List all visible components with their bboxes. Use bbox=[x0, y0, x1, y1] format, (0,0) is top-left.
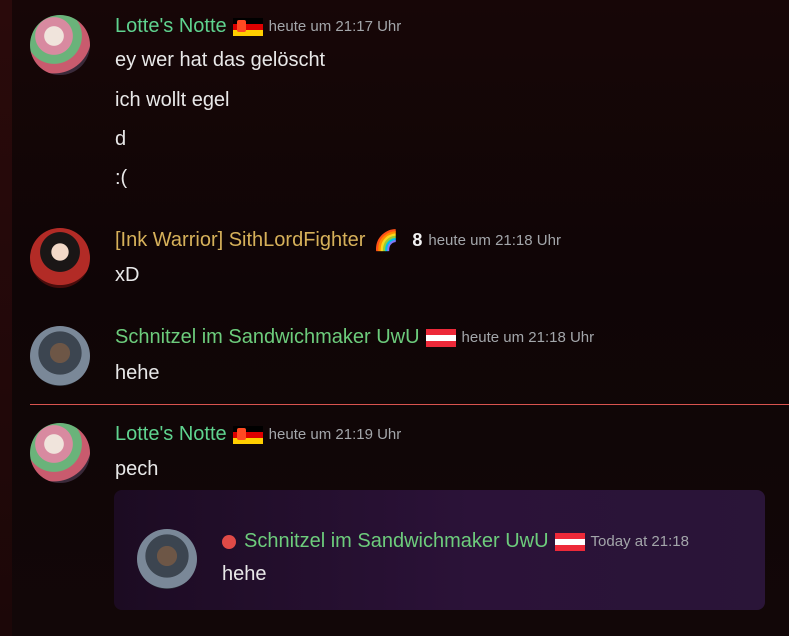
author-name[interactable]: Lotte's Notte bbox=[115, 423, 227, 446]
timestamp[interactable]: heute um 21:19 Uhr bbox=[269, 426, 402, 443]
author-name[interactable]: Lotte's Notte bbox=[115, 15, 227, 38]
german-flag-icon bbox=[232, 425, 263, 444]
new-messages-divider bbox=[30, 404, 789, 405]
avatar[interactable] bbox=[30, 15, 90, 75]
embed-header: Schnitzel im Sandwichmaker UwU Today at … bbox=[222, 530, 689, 553]
reply-icon bbox=[222, 534, 236, 549]
avatar[interactable] bbox=[30, 423, 90, 483]
avatar[interactable] bbox=[30, 326, 90, 386]
message-text: d bbox=[115, 128, 127, 150]
embed-author-name[interactable]: Schnitzel im Sandwichmaker UwU bbox=[244, 530, 549, 553]
austrian-flag-icon bbox=[554, 532, 585, 551]
message-text: hehe bbox=[115, 362, 160, 384]
message-header: Lotte's Notte heute um 21:19 Uhr bbox=[115, 423, 401, 446]
german-flag-icon bbox=[232, 17, 263, 36]
left-edge-bar bbox=[0, 0, 12, 636]
badge-number: 8 bbox=[412, 230, 423, 250]
embed-timestamp: Today at 21:18 bbox=[590, 533, 689, 550]
message-text: ich wollt egel bbox=[115, 89, 230, 111]
embed-text: hehe bbox=[222, 563, 267, 585]
author-name[interactable]: [Ink Warrior] SithLordFighter bbox=[115, 229, 365, 252]
rainbow-icon: 🌈 bbox=[373, 230, 399, 252]
timestamp[interactable]: heute um 21:18 Uhr bbox=[462, 329, 595, 346]
avatar[interactable] bbox=[137, 529, 197, 589]
timestamp[interactable]: heute um 21:18 Uhr bbox=[428, 232, 561, 249]
message-header: Lotte's Notte heute um 21:17 Uhr bbox=[115, 15, 401, 38]
message-text: pech bbox=[115, 458, 159, 480]
message-text: :( bbox=[115, 167, 128, 189]
avatar[interactable] bbox=[30, 228, 90, 288]
message-text: ey wer hat das gelöscht bbox=[115, 49, 326, 71]
message-embed[interactable]: Schnitzel im Sandwichmaker UwU Today at … bbox=[114, 490, 765, 610]
message-header: [Ink Warrior] SithLordFighter 🌈 8 heute … bbox=[115, 228, 561, 253]
austrian-flag-icon bbox=[425, 328, 456, 347]
timestamp[interactable]: heute um 21:17 Uhr bbox=[269, 18, 402, 35]
message-header: Schnitzel im Sandwichmaker UwU heute um … bbox=[115, 326, 594, 349]
author-name[interactable]: Schnitzel im Sandwichmaker UwU bbox=[115, 326, 420, 349]
message-text: xD bbox=[115, 264, 140, 286]
